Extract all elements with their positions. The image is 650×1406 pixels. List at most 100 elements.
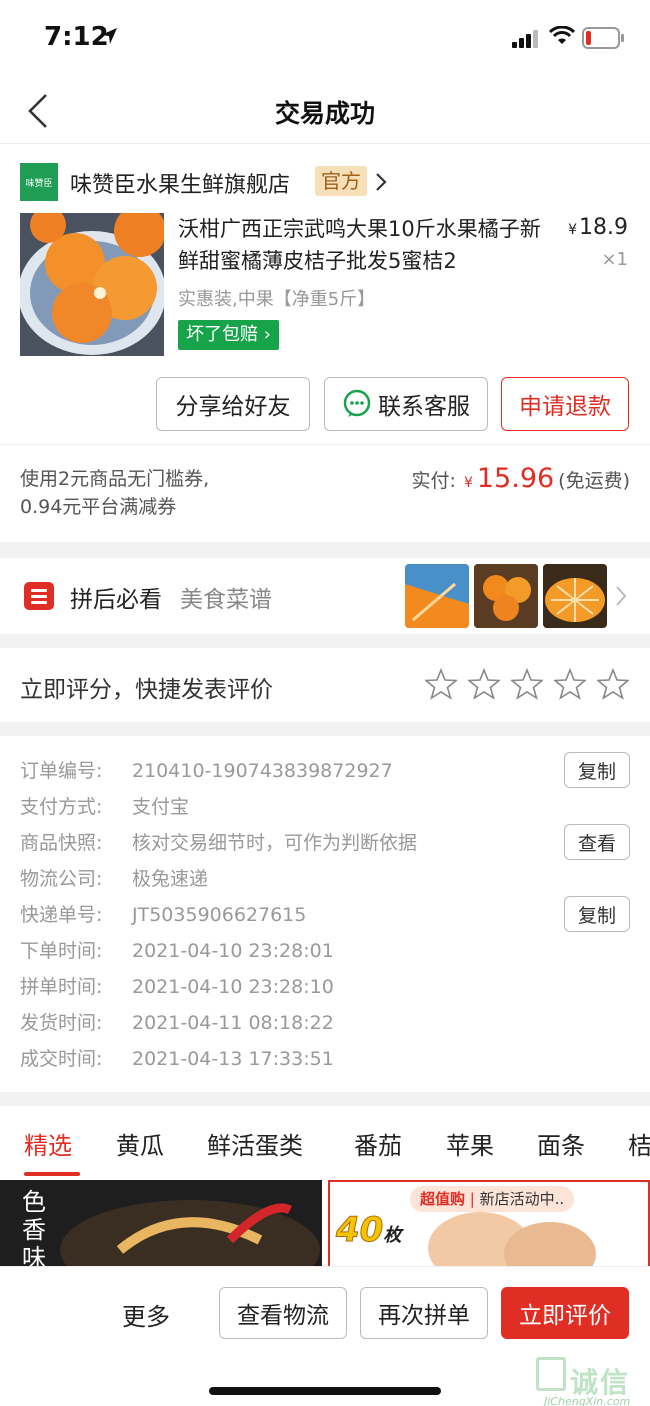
tab-featured[interactable]: 精选 — [24, 1126, 72, 1161]
active-tab-indicator — [24, 1172, 80, 1176]
ship-time: 2021-04-11 08:18:22 — [132, 1012, 334, 1034]
recipe-banner[interactable]: 拼后必看 美食菜谱 — [0, 558, 650, 634]
info-label: 成交时间: — [20, 1048, 103, 1070]
info-label: 拼单时间: — [20, 976, 103, 998]
info-label: 订单编号: — [20, 760, 103, 782]
battery-low-icon — [582, 27, 624, 49]
tab-tomato[interactable]: 番茄 — [354, 1126, 402, 1161]
paid-total: 实付: ¥ 15.96 (免运费) — [412, 463, 630, 494]
promo-count: 40枚 — [335, 1210, 402, 1251]
navigation-bar: 交易成功 — [0, 78, 650, 144]
watermark-logo — [536, 1357, 566, 1391]
tab-noodles[interactable]: 面条 — [537, 1126, 585, 1161]
info-label: 下单时间: — [20, 940, 103, 962]
feed-card[interactable]: 超值购 | 新店活动中.. 40枚 — [328, 1180, 650, 1270]
star-icon[interactable] — [511, 668, 543, 700]
home-indicator[interactable] — [209, 1387, 441, 1395]
ship-time-row: 发货时间: 2021-04-11 08:18:22 — [20, 1008, 334, 1038]
recipe-thumbnail[interactable] — [405, 564, 469, 628]
chevron-right-icon: › — [263, 324, 271, 345]
contact-service-label: 联系客服 — [378, 394, 470, 420]
discount-line-2: 0.94元平台满减券 — [20, 496, 177, 518]
promo-unit: 枚 — [383, 1225, 402, 1246]
divider — [0, 722, 650, 736]
star-icon[interactable] — [468, 668, 500, 700]
price-value: 18.9 — [579, 215, 628, 240]
bottom-action-bar: 更多 查看物流 再次拼单 立即评价 诚信 JiChengXin.com — [0, 1266, 650, 1406]
store-logo[interactable]: 味赞臣 — [20, 163, 58, 201]
tracking-number-row: 快递单号: JT5035906627615 — [20, 900, 306, 930]
divider — [0, 1092, 650, 1106]
status-bar: 7:12 — [0, 0, 650, 78]
view-logistics-button[interactable]: 查看物流 — [219, 1287, 347, 1339]
feed-card[interactable]: 色香味 — [0, 1180, 322, 1270]
info-label: 支付方式: — [20, 796, 103, 818]
star-icon[interactable] — [597, 668, 629, 700]
tab-apple[interactable]: 苹果 — [446, 1126, 494, 1161]
order-number: 210410-190743839872927 — [132, 760, 393, 782]
refund-button[interactable]: 申请退款 — [501, 377, 629, 431]
price-currency: ¥ — [568, 222, 578, 238]
product-feed: 色香味 超值购 | 新店活动中.. 40枚 — [0, 1180, 650, 1270]
info-label: 快递单号: — [20, 904, 103, 926]
tab-cucumber[interactable]: 黄瓜 — [116, 1126, 164, 1161]
location-arrow-icon — [101, 28, 117, 44]
recipe-thumbnail[interactable] — [543, 564, 607, 628]
share-button[interactable]: 分享给好友 — [156, 377, 310, 431]
feed-card-text: 色香味 — [22, 1188, 46, 1270]
info-label: 商品快照: — [20, 832, 103, 854]
copy-tracking-number-button[interactable]: 复制 — [564, 896, 630, 932]
info-label: 发货时间: — [20, 1012, 103, 1034]
paid-amount: 15.96 — [476, 463, 555, 494]
guarantee-label: 坏了包赔 — [186, 324, 258, 345]
write-review-button[interactable]: 立即评价 — [501, 1287, 629, 1339]
group-time-row: 拼单时间: 2021-04-10 23:28:10 — [20, 972, 334, 1002]
reorder-button[interactable]: 再次拼单 — [360, 1287, 488, 1339]
store-name[interactable]: 味赞臣水果生鲜旗舰店 — [70, 167, 290, 199]
recipe-subtitle: 美食菜谱 — [180, 587, 272, 613]
star-icon[interactable] — [554, 668, 586, 700]
recipe-thumbnail[interactable] — [474, 564, 538, 628]
star-icon[interactable] — [425, 668, 457, 700]
tracking-number: JT5035906627615 — [132, 904, 307, 926]
category-tabs: 精选 黄瓜 鲜活蛋类 番茄 苹果 面条 桔 — [0, 1106, 650, 1180]
wifi-icon — [549, 26, 575, 44]
guarantee-badge[interactable]: 坏了包赔 › — [178, 320, 279, 350]
paid-label: 实付: — [411, 470, 456, 492]
order-product-card: 味赞臣 味赞臣水果生鲜旗舰店 官方 沃柑广西正宗武鸣大果10斤水果橘子新鲜甜蜜橘… — [0, 145, 650, 443]
chevron-right-icon[interactable] — [374, 171, 388, 193]
watermark-url: JiChengXin.com — [544, 1395, 631, 1406]
shipping-note: (免运费) — [558, 470, 630, 492]
contact-service-button[interactable]: 联系客服 — [324, 377, 488, 431]
payment-method: 支付宝 — [132, 796, 190, 818]
page-title: 交易成功 — [274, 99, 375, 128]
product-price: ¥18.9 — [568, 215, 628, 240]
chevron-right-icon — [616, 586, 627, 606]
order-info: 订单编号: 210410-190743839872927 复制 支付方式: 支付宝 … — [0, 736, 650, 1092]
product-image[interactable] — [20, 213, 164, 356]
product-spec: 实惠装,中果【净重5斤】 — [178, 289, 376, 310]
copy-order-number-button[interactable]: 复制 — [564, 752, 630, 788]
cellular-signal-icon — [512, 30, 538, 48]
status-time: 7:12 — [44, 22, 109, 52]
recipe-title: 拼后必看 — [70, 587, 162, 613]
paid-currency: ¥ — [463, 475, 473, 491]
discount-line-1: 使用2元商品无门槛券, — [20, 468, 210, 490]
order-time: 2021-04-10 23:28:01 — [132, 940, 334, 962]
payment-method-row: 支付方式: 支付宝 — [20, 792, 189, 822]
snapshot-row: 商品快照: 核对交易细节时，可作为判断依据 — [20, 828, 417, 858]
product-quantity: ×1 — [601, 249, 628, 270]
complete-time: 2021-04-13 17:33:51 — [132, 1048, 334, 1070]
order-number-row: 订单编号: 210410-190743839872927 — [20, 756, 393, 786]
complete-time-row: 成交时间: 2021-04-13 17:33:51 — [20, 1044, 334, 1074]
view-snapshot-button[interactable]: 查看 — [564, 824, 630, 860]
tab-orange[interactable]: 桔 — [628, 1126, 650, 1161]
list-icon — [24, 582, 54, 610]
product-title[interactable]: 沃柑广西正宗武鸣大果10斤水果橘子新鲜甜蜜橘薄皮桔子批发5蜜桔2 — [178, 213, 550, 277]
more-button[interactable]: 更多 — [122, 1297, 170, 1332]
quick-rating: 立即评分，快捷发表评价 — [0, 648, 650, 722]
tab-fresh-eggs[interactable]: 鲜活蛋类 — [207, 1126, 303, 1161]
logistics-company-row: 物流公司: 极兔速递 — [20, 864, 208, 894]
order-time-row: 下单时间: 2021-04-10 23:28:01 — [20, 936, 334, 966]
rating-label: 立即评分，快捷发表评价 — [20, 677, 273, 703]
